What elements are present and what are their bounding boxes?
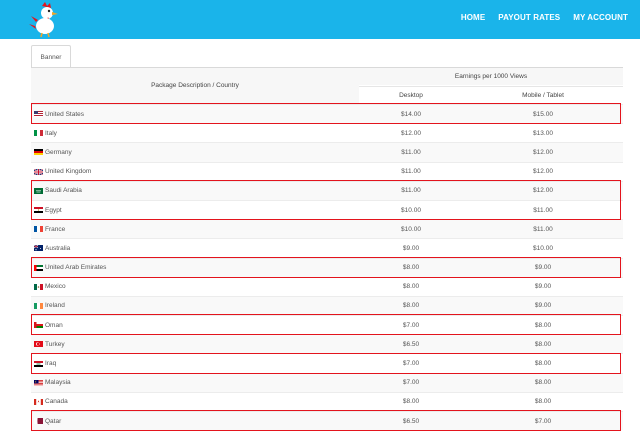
turkey-flag-icon [34,341,43,348]
country-name: Turkey [45,340,65,348]
nav-payout-rates[interactable]: PAYOUT RATES [498,13,560,22]
rooster-logo-icon[interactable] [28,2,68,38]
highlight-box [31,314,621,336]
france-flag-icon [34,226,43,233]
country-cell: France [31,226,359,233]
tab-banner[interactable]: Banner [31,45,71,69]
desktop-rate: $6.50 [402,340,420,348]
desktop-rate: $8.00 [402,302,420,310]
desktop-rate: $11.00 [401,148,421,156]
table-row: Turkey $6.50 $8.00 [31,334,623,354]
canada-flag-icon [34,398,43,405]
table-row: Ireland $8.00 $9.00 [31,295,623,316]
country-cell: Australia [31,245,359,252]
mobile-rate: $10.00 [533,244,553,252]
country-cell: United Kingdom [31,168,359,175]
country-cell: Germany [31,149,359,156]
table-row: France $10.00 $11.00 [31,219,623,239]
country-name: France [45,225,66,233]
desktop-rate: $8.00 [402,398,420,406]
desktop-rate: $7.00 [402,379,420,387]
mobile-rate: $13.00 [533,129,553,137]
col-header-mobile: Mobile / Tablet [463,86,623,104]
highlight-box [31,179,621,221]
country-name: Mexico [45,283,66,291]
table-row: Mexico $8.00 $9.00 [31,276,623,296]
nav-home[interactable]: HOME [461,13,485,22]
mobile-rate: $12.00 [533,168,553,176]
australia-flag-icon [34,245,43,252]
country-name: United Kingdom [45,168,92,176]
mobile-rate: $12.00 [533,148,553,156]
country-name: Germany [45,148,72,156]
country-cell: Mexico [31,283,359,290]
main-nav: HOME PAYOUT RATES MY ACCOUNT [461,13,628,22]
col-header-country: Package Description / Country [31,68,359,103]
col-header-earnings: Earnings per 1000 Views [359,68,623,85]
table-row: Canada $8.00 $8.00 [31,391,623,411]
nav-my-account[interactable]: MY ACCOUNT [573,13,628,22]
country-cell: Malaysia [31,379,359,386]
highlight-box [31,410,621,432]
country-name: Australia [45,244,71,252]
table-row: Australia $9.00 $10.00 [31,238,623,257]
desktop-rate: $9.00 [402,244,420,252]
highlight-box [31,256,621,278]
mexico-flag-icon [34,283,43,290]
mobile-rate: $8.00 [534,379,552,387]
mobile-rate: $9.00 [534,302,552,310]
table-row: Malaysia $7.00 $8.00 [31,372,623,392]
mobile-rate: $11.00 [533,225,553,233]
country-cell: Turkey [31,341,359,348]
top-navbar: HOME PAYOUT RATES MY ACCOUNT [0,0,640,39]
ireland-flag-icon [34,302,43,309]
desktop-rate: $8.00 [402,283,420,291]
country-name: Canada [45,398,68,406]
mobile-rate: $9.00 [534,283,552,291]
table-row: Germany $11.00 $12.00 [31,142,623,162]
mobile-rate: $8.00 [534,398,552,406]
desktop-rate: $11.00 [401,168,421,176]
highlight-box [31,352,621,374]
desktop-rate: $12.00 [401,129,421,137]
country-cell: Italy [31,130,359,137]
col-header-desktop: Desktop [359,86,463,104]
country-name: Italy [45,129,57,137]
table-row: United Kingdom $11.00 $12.00 [31,161,623,181]
desktop-rate: $10.00 [401,225,421,233]
germany-flag-icon [34,149,43,156]
mobile-rate: $8.00 [534,340,552,348]
italy-flag-icon [34,130,43,137]
country-name: Ireland [45,302,65,310]
uk-flag-icon [34,168,43,175]
malaysia-flag-icon [34,379,43,386]
country-name: Malaysia [45,379,71,387]
table-row: Italy $12.00 $13.00 [31,123,623,142]
highlight-box [31,103,621,125]
country-cell: Canada [31,398,359,405]
country-cell: Ireland [31,302,359,309]
